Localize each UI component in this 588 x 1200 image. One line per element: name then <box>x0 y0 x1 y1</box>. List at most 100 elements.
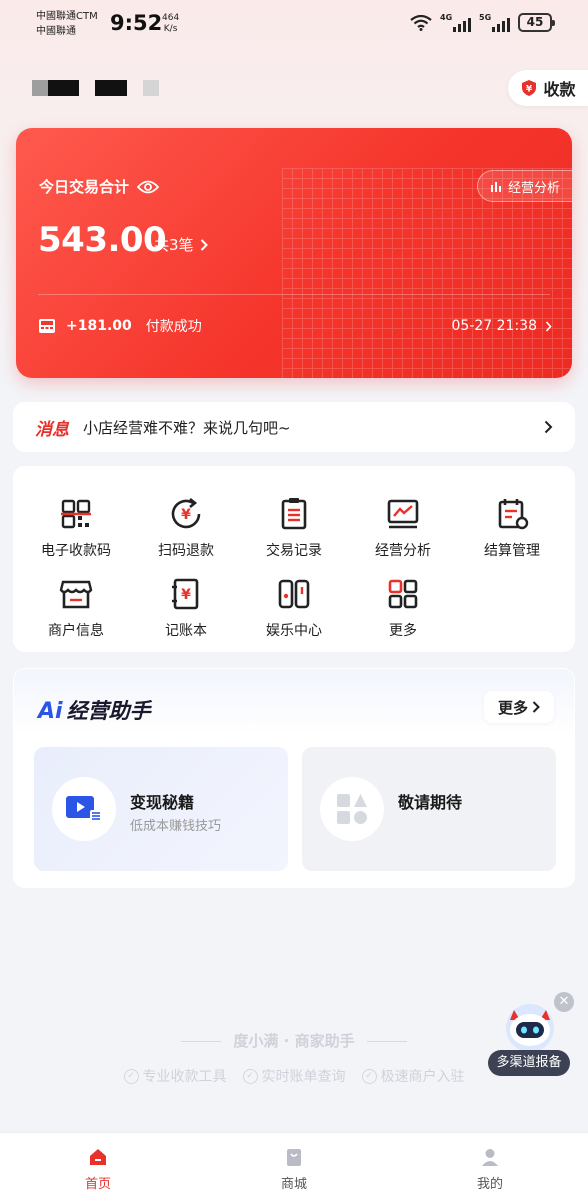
menu-item-more[interactable]: 更多 <box>348 576 458 640</box>
menu-item-label: 记账本 <box>165 623 207 639</box>
ai-title-text: 经营助手 <box>66 699 151 723</box>
bag-icon <box>287 1149 301 1166</box>
collect-label: 收款 <box>543 80 576 99</box>
status-time: 9:52 <box>110 11 163 35</box>
robot-mascot-icon <box>506 1004 554 1052</box>
svg-text:¥: ¥ <box>181 587 191 603</box>
menu-item-business-analysis[interactable]: 经营分析 <box>348 496 458 560</box>
business-analysis-label: 经营分析 <box>507 180 560 196</box>
bottom-tab-bar: 首页 商城 我的 <box>0 1132 588 1200</box>
message-tag: 消息 <box>35 419 69 440</box>
collect-payment-button[interactable]: ¥ 收款 <box>508 70 588 106</box>
today-transaction-card[interactable]: 今日交易合计 经营分析 543.00 共3笔 +181.00 付款成功 05-2… <box>16 128 572 378</box>
floating-helper[interactable]: ✕ 多渠道报备 <box>488 992 578 1078</box>
check-circle-icon: ✓ <box>361 1068 377 1084</box>
card-divider <box>38 294 550 295</box>
refund-icon: ¥ <box>171 497 201 529</box>
ai-more-label: 更多 <box>497 698 528 717</box>
ai-tile-monetize[interactable]: 变现秘籍 低成本赚钱技巧 <box>34 747 288 871</box>
tab-home[interactable]: 首页 <box>58 1147 138 1192</box>
menu-item-merchant-info[interactable]: 商户信息 <box>21 576 131 640</box>
status-bar: 中國聯通CTM 中國聯通 9:52 464 K/s 4G 5G 45 <box>0 0 588 48</box>
network-speed-value: 464 <box>162 13 180 23</box>
ai-tile-title: 敬请期待 <box>398 793 463 812</box>
tab-label: 我的 <box>476 1177 503 1192</box>
footer-feature: ✓ 极速商户入驻 <box>361 1066 465 1086</box>
chevron-right-icon <box>532 701 540 713</box>
tab-mall[interactable]: 商城 <box>254 1147 334 1192</box>
menu-item-scan-refund[interactable]: ¥ 扫码退款 <box>131 496 241 560</box>
home-icon <box>90 1149 106 1165</box>
user-icon <box>482 1149 498 1166</box>
check-circle-icon: ✓ <box>242 1068 258 1084</box>
latest-transaction[interactable]: +181.00 付款成功 <box>38 316 202 336</box>
menu-item-qr-code[interactable]: 电子收款码 <box>21 496 131 560</box>
shop-icon <box>59 580 93 609</box>
business-analysis-chip[interactable]: 经营分析 <box>476 170 572 202</box>
menu-item-label: 娱乐中心 <box>266 623 322 639</box>
ai-tile-subtitle: 低成本赚钱技巧 <box>130 819 222 834</box>
message-notice-bar[interactable]: 消息 小店经营难不难？来说几句吧~ <box>13 402 575 452</box>
svg-text:¥: ¥ <box>526 85 533 95</box>
payment-terminal-icon <box>39 319 55 333</box>
collect-shield-icon: ¥ <box>522 80 537 96</box>
entertainment-icon <box>278 579 310 609</box>
more-grid-icon <box>388 579 418 609</box>
svg-text:¥: ¥ <box>181 507 191 523</box>
menu-item-label: 电子收款码 <box>41 543 111 559</box>
close-floating-button[interactable]: ✕ <box>554 992 574 1012</box>
battery-indicator: 45 <box>518 13 555 32</box>
check-circle-icon: ✓ <box>123 1068 139 1084</box>
menu-item-transaction-record[interactable]: 交易记录 <box>239 496 349 560</box>
ai-more-button[interactable]: 更多 <box>484 691 554 723</box>
menu-item-label: 商户信息 <box>48 623 104 639</box>
transaction-count-link[interactable]: 共3笔 <box>154 234 208 255</box>
carrier-line-1: 中國聯通CTM <box>36 11 98 22</box>
video-play-icon <box>66 796 102 822</box>
record-icon <box>281 498 307 530</box>
tab-label: 商城 <box>280 1177 307 1192</box>
tab-mine[interactable]: 我的 <box>450 1147 530 1192</box>
sim1-network-tag: 4G <box>440 12 453 22</box>
tab-label: 首页 <box>84 1177 111 1192</box>
latest-transaction-time[interactable]: 05-27 21:38 <box>452 318 552 334</box>
sim2-network-tag: 5G <box>479 12 492 22</box>
ai-tile-coming-soon[interactable]: 敬请期待 <box>302 747 556 871</box>
today-total-amount: 543.00 <box>38 220 167 260</box>
latest-status: 付款成功 <box>145 319 202 335</box>
ai-logo-text: Ai <box>38 699 63 724</box>
menu-item-settlement[interactable]: 结算管理 <box>457 496 567 560</box>
carrier-line-2: 中國聯通 <box>36 26 76 37</box>
transaction-title-text: 今日交易合计 <box>39 178 130 196</box>
chevron-right-icon <box>200 238 208 251</box>
menu-item-label: 扫码退款 <box>158 543 214 559</box>
menu-item-label: 经营分析 <box>375 543 431 559</box>
network-speed-unit: K/s <box>163 24 178 34</box>
ai-assistant-card: Ai 经营助手 更多 变现秘籍 低成本赚钱技巧 敬请期待 <box>13 668 575 888</box>
latest-amount: +181.00 <box>66 318 132 334</box>
menu-item-label: 更多 <box>389 623 417 639</box>
message-text: 小店经营难不难？来说几句吧~ <box>83 418 291 437</box>
footer-feature: ✓ 实时账单查询 <box>242 1066 346 1086</box>
eye-icon[interactable] <box>137 180 160 194</box>
shapes-placeholder-icon <box>337 794 367 824</box>
qr-code-icon <box>61 499 91 529</box>
menu-item-label: 结算管理 <box>484 543 540 559</box>
ledger-icon: ¥ <box>172 578 199 610</box>
footer-brand-text: 度小满 · 商家助手 <box>233 1032 355 1050</box>
footer-feature: ✓ 专业收款工具 <box>123 1066 227 1086</box>
latest-time: 05-27 21:38 <box>451 318 537 334</box>
menu-item-label: 交易记录 <box>266 543 322 559</box>
transaction-count: 共3笔 <box>154 236 194 254</box>
feature-menu: 电子收款码 ¥ 扫码退款 交易记录 经营分析 结算管理 商户信息 ¥ 记账本 娱… <box>13 466 575 652</box>
chart-icon <box>387 499 419 529</box>
network-speed: 464 K/s <box>162 13 179 35</box>
chevron-right-icon <box>545 320 552 332</box>
settlement-icon <box>498 499 529 530</box>
wifi-icon <box>410 14 432 31</box>
chevron-right-icon <box>544 420 553 434</box>
menu-item-ledger[interactable]: ¥ 记账本 <box>131 576 241 640</box>
ai-assistant-title: Ai 经营助手 <box>38 695 151 725</box>
footer-feature-label: 专业收款工具 <box>142 1069 227 1085</box>
menu-item-entertainment[interactable]: 娱乐中心 <box>239 576 349 640</box>
